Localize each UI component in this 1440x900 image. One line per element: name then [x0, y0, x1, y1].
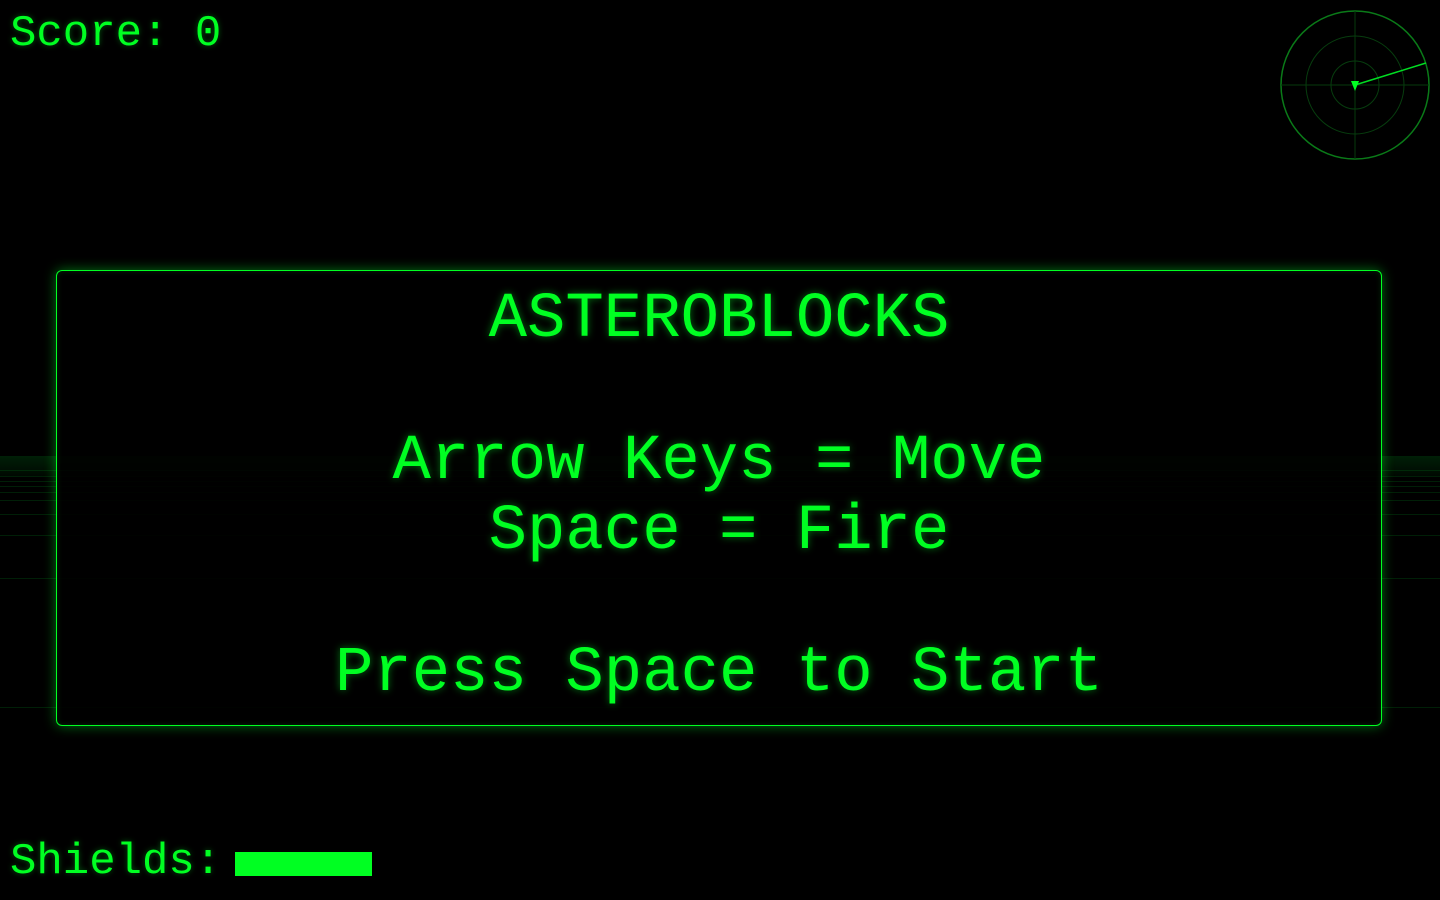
- fire-instruction: Space = Fire: [488, 496, 950, 568]
- radar-sweep-line: [1354, 62, 1427, 86]
- triangle-down-icon: [1351, 81, 1359, 91]
- game-canvas[interactable]: Score: 0 ASTEROBLOCKS Arrow Keys = Move …: [0, 0, 1440, 900]
- start-prompt: Press Space to Start: [334, 638, 1104, 710]
- score-display: Score: 0: [10, 9, 222, 59]
- shield-bar: [235, 852, 372, 876]
- start-menu-panel: ASTEROBLOCKS Arrow Keys = Move Space = F…: [56, 270, 1382, 726]
- move-instruction: Arrow Keys = Move: [392, 426, 1046, 498]
- radar-icon: [1280, 10, 1430, 160]
- shield-bar-fill: [235, 852, 372, 876]
- game-title: ASTEROBLOCKS: [488, 284, 950, 356]
- shields-label: Shields:: [10, 837, 222, 887]
